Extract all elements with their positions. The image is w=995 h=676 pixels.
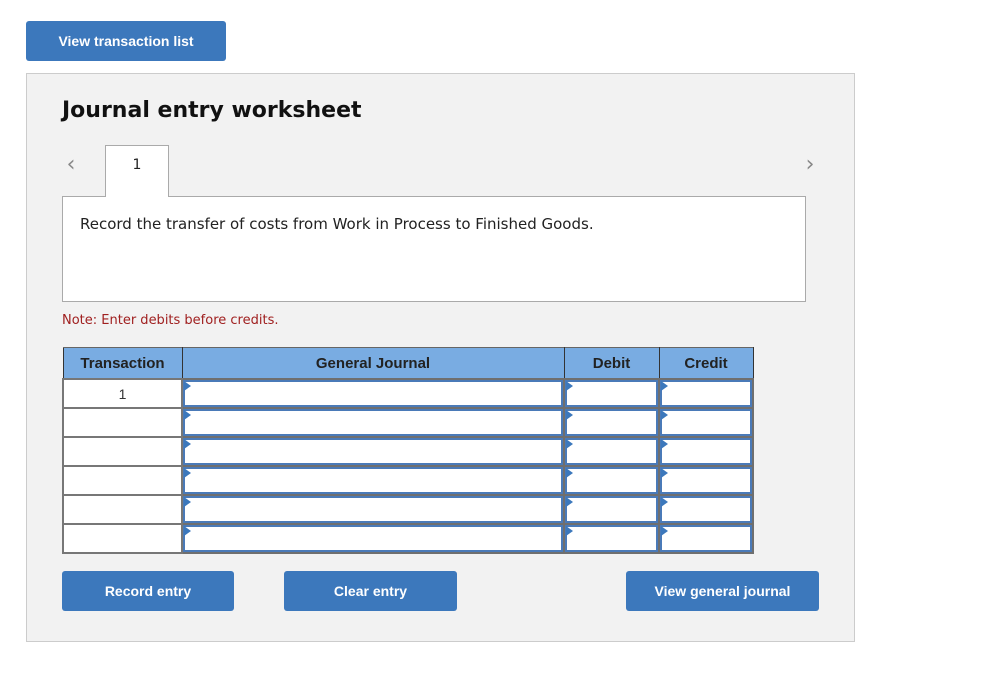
transaction-description-box: Record the transfer of costs from Work i… bbox=[62, 196, 806, 302]
credit-input-wrapper bbox=[660, 380, 752, 407]
transaction-number-cell bbox=[62, 407, 183, 438]
debit-input-wrapper bbox=[565, 438, 658, 465]
table-row bbox=[62, 494, 754, 525]
general-journal-input-wrapper bbox=[183, 467, 563, 494]
general-journal-input-cell bbox=[181, 407, 565, 438]
credit-input-wrapper bbox=[660, 467, 752, 494]
chevron-right-icon[interactable]: › bbox=[800, 153, 820, 177]
transaction-number-cell bbox=[62, 436, 183, 467]
table-row bbox=[62, 465, 754, 496]
debit-input[interactable] bbox=[567, 440, 656, 463]
general-journal-input[interactable] bbox=[185, 440, 561, 463]
page-title: Journal entry worksheet bbox=[62, 98, 362, 123]
general-journal-input-cell bbox=[181, 378, 565, 409]
general-journal-input[interactable] bbox=[185, 411, 561, 434]
general-journal-input-wrapper bbox=[183, 409, 563, 436]
debit-input[interactable] bbox=[567, 469, 656, 492]
debit-input-wrapper bbox=[565, 380, 658, 407]
clear-entry-button[interactable]: Clear entry bbox=[284, 571, 457, 611]
credit-input-cell bbox=[658, 465, 754, 496]
transaction-number-cell bbox=[62, 494, 183, 525]
credit-input-wrapper bbox=[660, 525, 752, 552]
credit-input[interactable] bbox=[662, 469, 750, 492]
general-journal-input-cell bbox=[181, 494, 565, 525]
note-text: Note: Enter debits before credits. bbox=[62, 313, 279, 328]
credit-input-cell bbox=[658, 407, 754, 438]
debit-input-wrapper bbox=[565, 409, 658, 436]
general-journal-input-cell bbox=[181, 523, 565, 554]
transaction-number-cell bbox=[62, 523, 183, 554]
credit-input-cell bbox=[658, 378, 754, 409]
debit-input-wrapper bbox=[565, 496, 658, 523]
debit-input-cell bbox=[563, 494, 660, 525]
general-journal-input-wrapper bbox=[183, 496, 563, 523]
table-header-row: Transaction General Journal Debit Credit bbox=[62, 347, 754, 380]
column-header-debit: Debit bbox=[563, 347, 660, 380]
debit-input[interactable] bbox=[567, 527, 656, 550]
debit-input-cell bbox=[563, 465, 660, 496]
transaction-description: Record the transfer of costs from Work i… bbox=[80, 215, 594, 233]
debit-input-cell bbox=[563, 407, 660, 438]
debit-input[interactable] bbox=[567, 382, 656, 405]
general-journal-input-cell bbox=[181, 465, 565, 496]
general-journal-input-wrapper bbox=[183, 525, 563, 552]
credit-input-cell bbox=[658, 494, 754, 525]
table-row bbox=[62, 523, 754, 554]
credit-input[interactable] bbox=[662, 527, 750, 550]
debit-input-cell bbox=[563, 378, 660, 409]
debit-input[interactable] bbox=[567, 498, 656, 521]
credit-input-cell bbox=[658, 523, 754, 554]
table-row bbox=[62, 436, 754, 467]
journal-entry-table: Transaction General Journal Debit Credit… bbox=[62, 347, 754, 554]
general-journal-input[interactable] bbox=[185, 382, 561, 405]
tab-transaction-1[interactable]: 1 bbox=[105, 145, 169, 197]
column-header-credit: Credit bbox=[658, 347, 754, 380]
credit-input[interactable] bbox=[662, 440, 750, 463]
journal-entry-worksheet-panel: Journal entry worksheet ‹ › 1 Record the… bbox=[26, 73, 855, 642]
credit-input-wrapper bbox=[660, 438, 752, 465]
view-transaction-list-button[interactable]: View transaction list bbox=[26, 21, 226, 61]
debit-input[interactable] bbox=[567, 411, 656, 434]
chevron-left-icon[interactable]: ‹ bbox=[61, 153, 81, 177]
table-row: 1 bbox=[62, 378, 754, 409]
credit-input[interactable] bbox=[662, 382, 750, 405]
general-journal-input[interactable] bbox=[185, 498, 561, 521]
column-header-general-journal: General Journal bbox=[181, 347, 565, 380]
general-journal-input-wrapper bbox=[183, 438, 563, 465]
general-journal-input-cell bbox=[181, 436, 565, 467]
credit-input[interactable] bbox=[662, 498, 750, 521]
general-journal-input-wrapper bbox=[183, 380, 563, 407]
transaction-number-cell: 1 bbox=[62, 378, 183, 409]
record-entry-button[interactable]: Record entry bbox=[62, 571, 234, 611]
credit-input-wrapper bbox=[660, 496, 752, 523]
debit-input-wrapper bbox=[565, 467, 658, 494]
credit-input[interactable] bbox=[662, 411, 750, 434]
credit-input-cell bbox=[658, 436, 754, 467]
debit-input-wrapper bbox=[565, 525, 658, 552]
transaction-number-cell bbox=[62, 465, 183, 496]
debit-input-cell bbox=[563, 523, 660, 554]
column-header-transaction: Transaction bbox=[62, 347, 183, 380]
credit-input-wrapper bbox=[660, 409, 752, 436]
general-journal-input[interactable] bbox=[185, 469, 561, 492]
general-journal-input[interactable] bbox=[185, 527, 561, 550]
debit-input-cell bbox=[563, 436, 660, 467]
view-general-journal-button[interactable]: View general journal bbox=[626, 571, 819, 611]
table-row bbox=[62, 407, 754, 438]
